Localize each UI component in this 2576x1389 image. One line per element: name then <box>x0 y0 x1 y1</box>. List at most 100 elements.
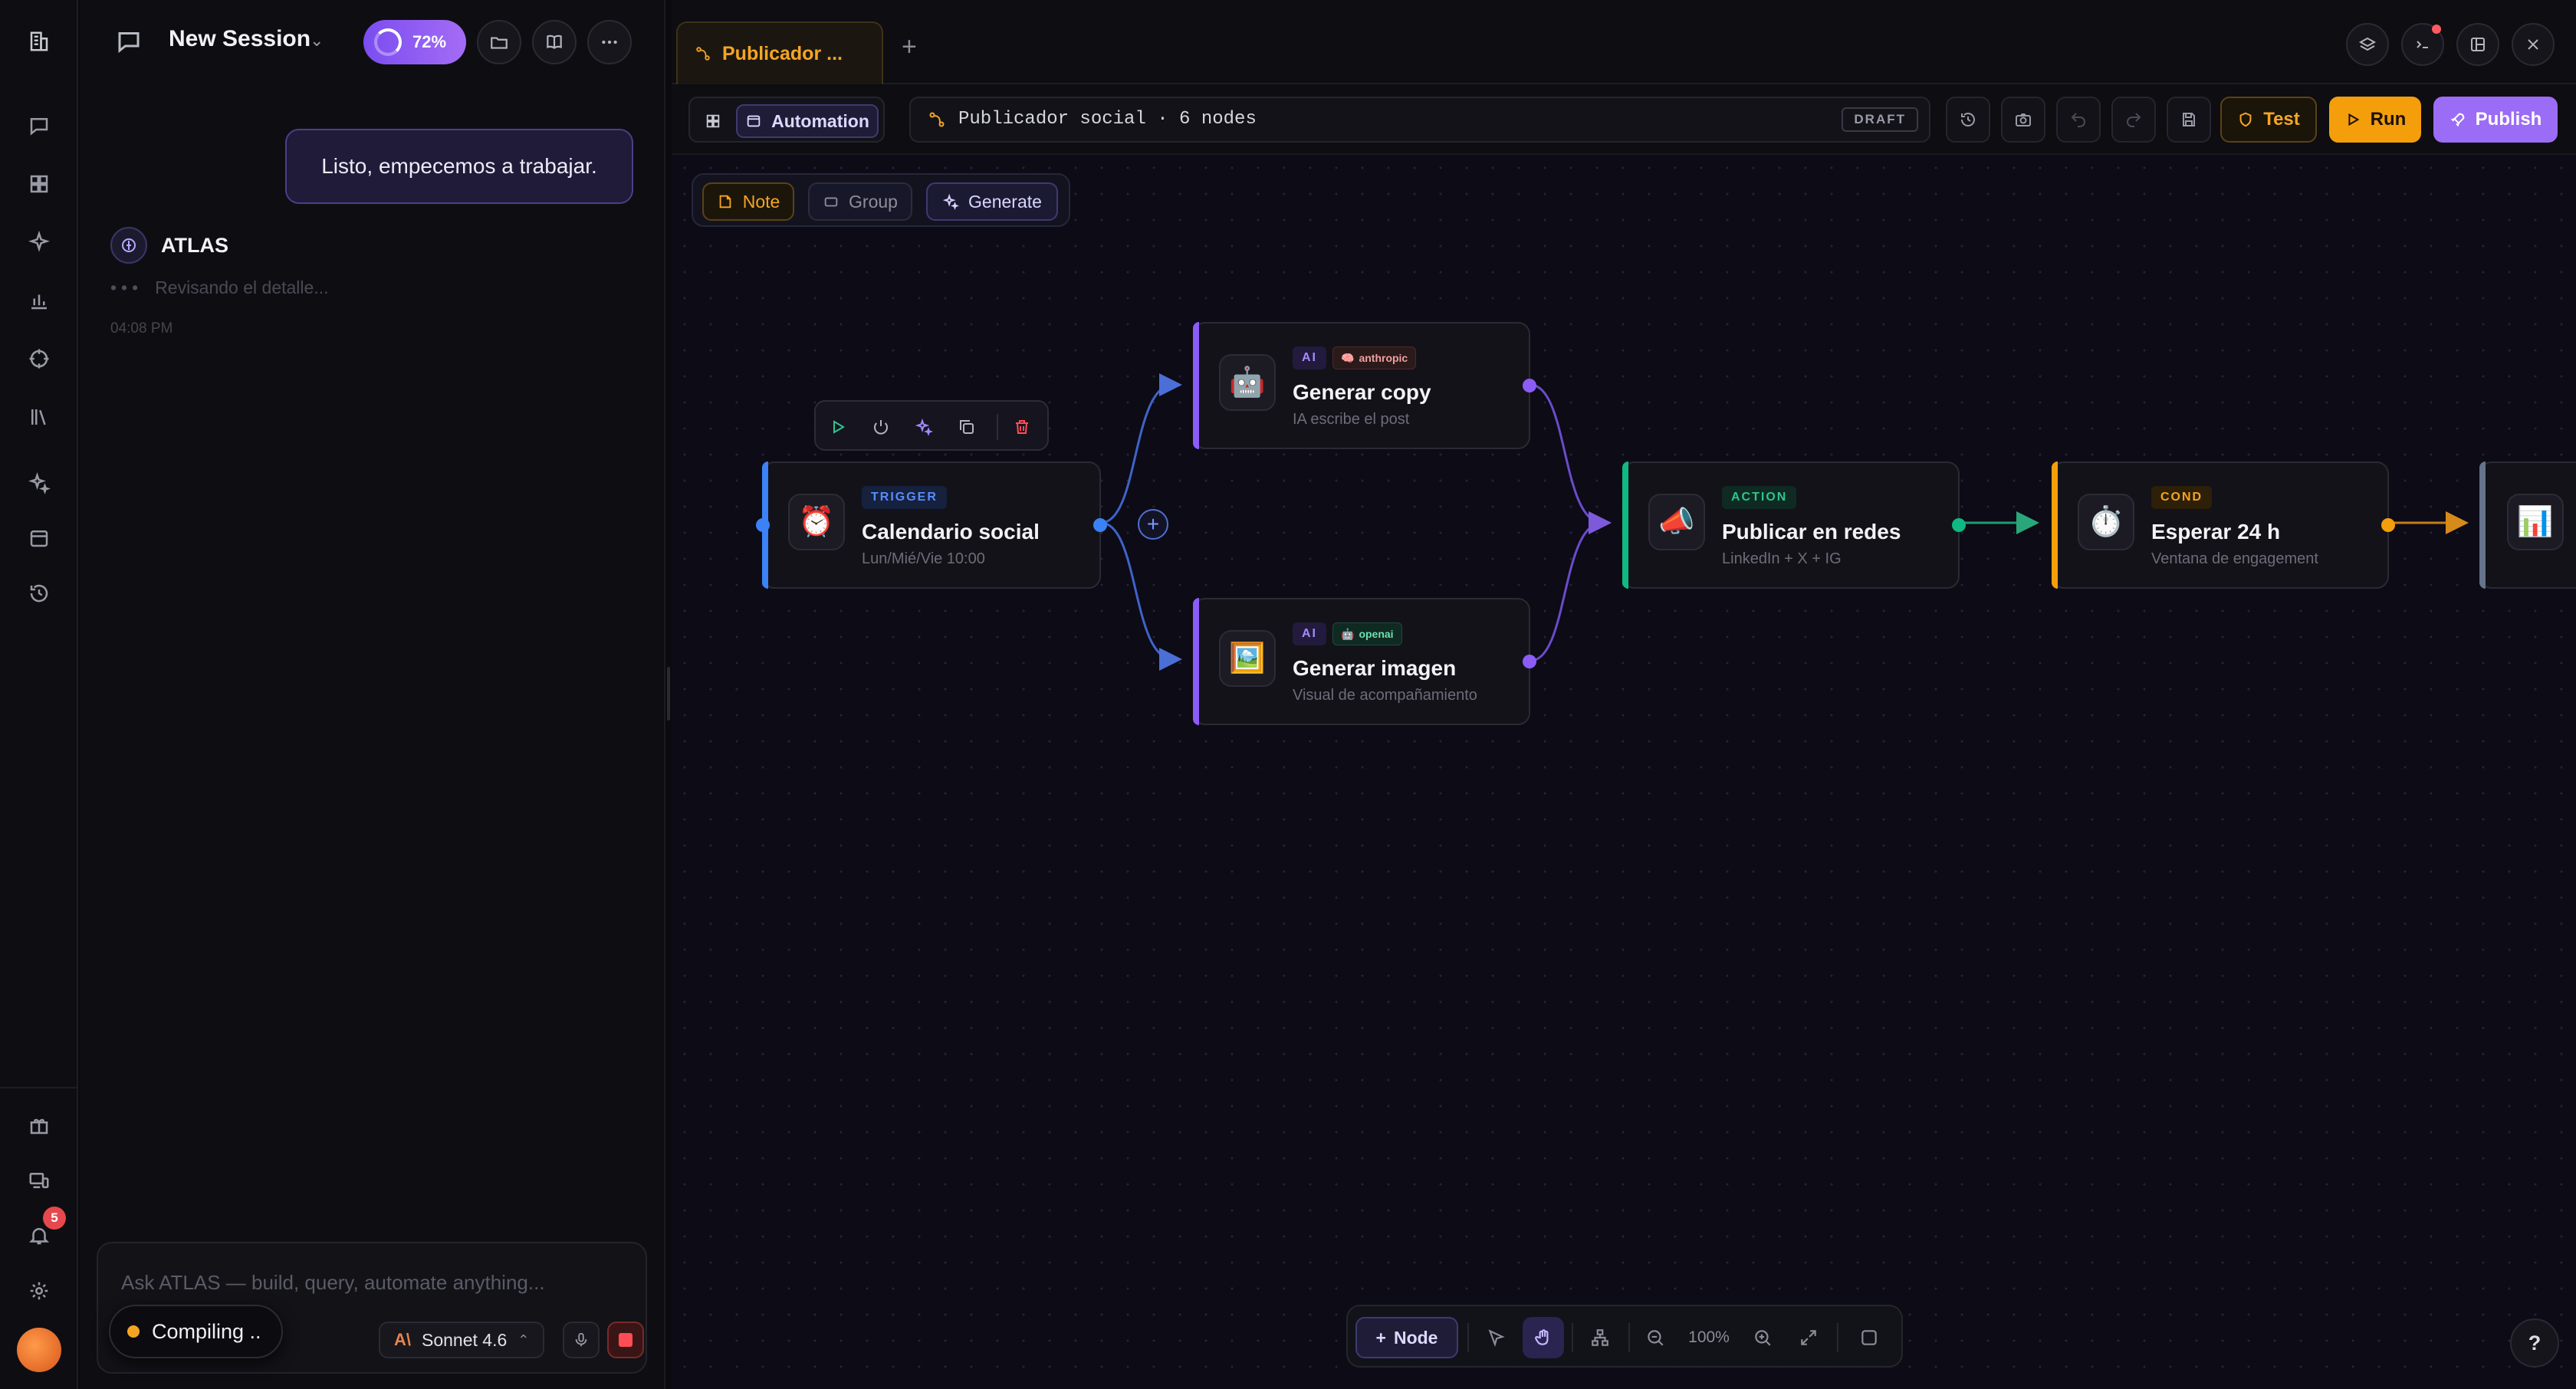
model-selector[interactable]: A\ Sonnet 4.6 ⌃ <box>379 1322 545 1358</box>
power-icon <box>874 420 888 435</box>
window-icon <box>747 115 761 127</box>
tab-publicador[interactable]: Publicador ... <box>676 21 883 84</box>
context-usage-pill[interactable]: 72% <box>363 20 466 64</box>
add-node-button[interactable]: + Node <box>1355 1317 1458 1358</box>
grid-view-button[interactable] <box>696 104 730 138</box>
panel-resizer[interactable] <box>664 0 672 1389</box>
camera-icon <box>2016 113 2031 126</box>
node-subtitle: Ventana de engagement <box>2151 550 2318 567</box>
node-toolbar <box>814 400 1049 451</box>
auto-layout-button[interactable] <box>1579 1317 1621 1358</box>
chat-header: New Session ⌄ 72% <box>80 0 664 84</box>
trash-icon <box>1016 420 1028 434</box>
session-title[interactable]: New Session <box>169 26 310 52</box>
automation-mode-button[interactable]: Automation <box>736 104 879 138</box>
close-button[interactable] <box>2512 23 2555 66</box>
select-tool-button[interactable] <box>1475 1317 1516 1358</box>
publish-button[interactable]: Publish <box>2433 97 2558 143</box>
hand-icon <box>1535 1329 1549 1345</box>
chevron-down-icon[interactable]: ⌄ <box>310 31 324 51</box>
zoom-out-button[interactable] <box>1635 1317 1676 1358</box>
add-tab-button[interactable]: + <box>902 32 917 62</box>
zoom-level[interactable]: 100% <box>1679 1317 1739 1358</box>
node-subtitle: Visual de acompañamiento <box>1293 687 1477 704</box>
view-mode-switch: Automation <box>688 97 885 143</box>
pan-tool-button[interactable] <box>1523 1317 1564 1358</box>
settings-icon[interactable] <box>21 1272 58 1309</box>
duplicate-node-button[interactable] <box>954 414 980 440</box>
fit-view-button[interactable] <box>1788 1317 1829 1358</box>
play-icon <box>833 420 845 434</box>
zoom-in-button[interactable] <box>1742 1317 1783 1358</box>
node-type-badge: COND <box>2151 486 2213 509</box>
output-port[interactable] <box>2381 518 2395 532</box>
expand-icon <box>1801 1330 1816 1345</box>
add-branch-button[interactable]: + <box>1138 509 1168 540</box>
user-avatar[interactable] <box>17 1328 61 1372</box>
minimap-toggle-button[interactable] <box>1845 1317 1894 1358</box>
provider-badge: 🧠 anthropic <box>1332 346 1417 369</box>
node-report[interactable]: 📊 <box>2479 461 2576 589</box>
output-port[interactable] <box>1093 518 1107 532</box>
chat-icon[interactable] <box>21 107 58 144</box>
chat-input[interactable]: Ask ATLAS — build, query, automate anyth… <box>121 1271 545 1295</box>
magic-icon[interactable] <box>21 465 58 501</box>
help-button[interactable]: ? <box>2510 1318 2559 1368</box>
snapshot-button[interactable] <box>2001 97 2045 143</box>
compiling-toast[interactable]: Compiling .. <box>109 1305 283 1358</box>
node-title: Generar imagen <box>1293 656 1457 680</box>
node-subtitle: IA escribe el post <box>1293 411 1410 428</box>
play-icon <box>2348 113 2360 126</box>
devices-icon[interactable] <box>21 1162 58 1199</box>
workflow-editor: Publicador ... + Automation Publicador s… <box>672 0 2576 1389</box>
layers-icon <box>2358 37 2377 51</box>
shield-icon <box>2239 112 2252 127</box>
run-node-button[interactable] <box>825 414 851 440</box>
library-icon[interactable] <box>21 399 58 435</box>
target-icon[interactable] <box>21 340 58 377</box>
history-icon[interactable] <box>21 575 58 612</box>
node-generar-imagen[interactable]: 🖼️ AI 🤖 openai Generar imagen Visual de … <box>1193 598 1536 725</box>
history-button[interactable] <box>1946 97 1990 143</box>
terminal-alert-dot <box>2432 25 2441 34</box>
ai-edit-node-button[interactable] <box>911 414 937 440</box>
close-icon <box>2528 39 2538 50</box>
delete-node-button[interactable] <box>1009 414 1035 440</box>
workflow-canvas[interactable]: Note Group Generate + ⏰ TRIGGER Calendar… <box>672 155 2576 1389</box>
redo-button[interactable] <box>2111 97 2156 143</box>
stop-button[interactable] <box>607 1322 644 1358</box>
output-port[interactable] <box>1523 655 1536 668</box>
logo-icon[interactable] <box>21 23 58 60</box>
gift-icon[interactable] <box>21 1107 58 1144</box>
node-generar-copy[interactable]: 🤖 AI 🧠 anthropic Generar copy IA escribe… <box>1193 322 1536 449</box>
grid-icon[interactable] <box>21 166 58 202</box>
output-port[interactable] <box>1952 518 1966 532</box>
input-port[interactable] <box>756 518 770 532</box>
microphone-button[interactable] <box>563 1322 600 1358</box>
controls-divider <box>1628 1323 1630 1352</box>
minimap-icon <box>1861 1330 1877 1345</box>
flow-name-field[interactable]: Publicador social · 6 nodes DRAFT <box>909 97 1930 143</box>
folder-button[interactable] <box>477 20 521 64</box>
calendar-icon[interactable] <box>21 520 58 557</box>
sparkle-icon[interactable] <box>21 224 58 261</box>
save-button[interactable] <box>2167 97 2211 143</box>
provider-name: anthropic <box>1359 352 1408 364</box>
more-button[interactable] <box>587 20 632 64</box>
session-chat-icon <box>118 32 140 54</box>
layers-button[interactable] <box>2346 23 2389 66</box>
terminal-button[interactable] <box>2401 23 2444 66</box>
output-port[interactable] <box>1523 379 1536 392</box>
run-button[interactable]: Run <box>2329 97 2421 143</box>
toggle-node-button[interactable] <box>868 414 894 440</box>
node-trigger-calendario[interactable]: ⏰ TRIGGER Calendario social Lun/Mié/Vie … <box>756 461 1107 589</box>
undo-button[interactable] <box>2056 97 2101 143</box>
layout-button[interactable] <box>2456 23 2499 66</box>
book-button[interactable] <box>532 20 577 64</box>
context-usage-value: 72% <box>412 32 447 51</box>
node-esperar-24h[interactable]: ⏱️ COND Esperar 24 h Ventana de engageme… <box>2052 461 2395 589</box>
atlas-logo-icon <box>110 227 147 264</box>
chart-icon[interactable] <box>21 282 58 319</box>
node-publicar-redes[interactable]: 📣 ACTION Publicar en redes LinkedIn + X … <box>1622 461 1966 589</box>
test-button[interactable]: Test <box>2220 97 2317 143</box>
